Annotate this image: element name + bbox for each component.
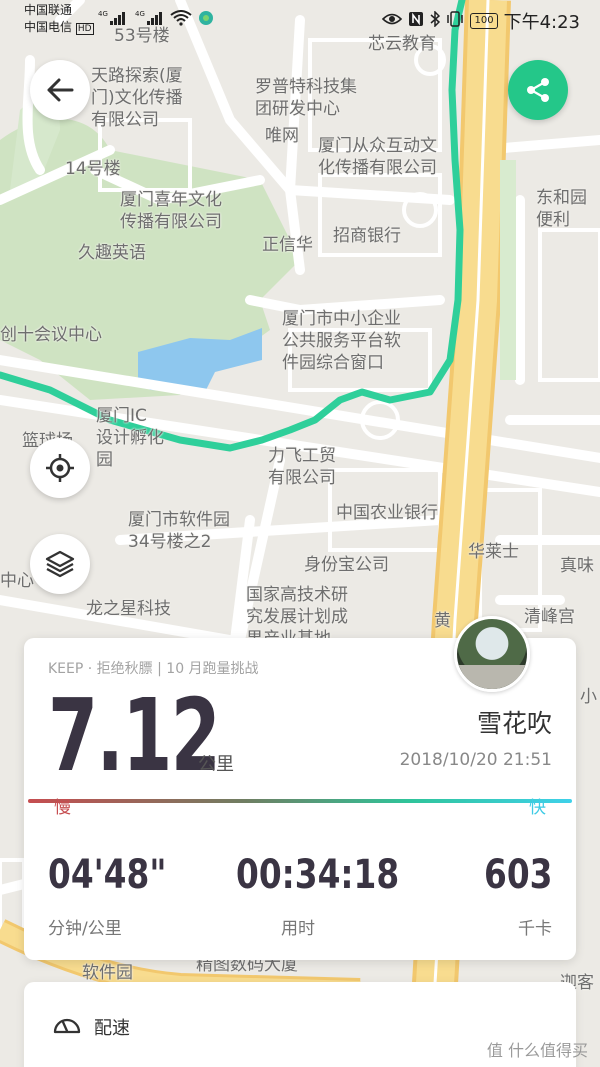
distance-unit: 公里 (198, 754, 234, 775)
pace-gradient-bar (28, 799, 572, 803)
nfc-icon (408, 11, 424, 31)
carrier-2: 中国电信 HD (24, 20, 94, 37)
map-label: 唯网 (265, 126, 299, 146)
signal-icon-2: 4G (135, 10, 165, 30)
map-label: 罗普特科技集 团研发中心 (255, 77, 357, 119)
map-layers-button[interactable] (30, 534, 90, 594)
status-bar: 中国联通 中国电信 HD 4G 4G 100 下午4:23 (0, 0, 600, 40)
speedometer-icon (52, 1012, 82, 1040)
clock: 下午4:23 (503, 12, 580, 33)
map-label: 厦门市软件园 34号楼之2 (128, 510, 230, 552)
map-label: 久趣英语 (78, 243, 146, 263)
crosshair-icon (46, 454, 74, 482)
slow-label: 慢 (54, 798, 71, 818)
distance-value: 7.12 (48, 677, 221, 794)
map-label: 真味 (560, 556, 594, 576)
vibrate-icon (446, 11, 464, 31)
share-button[interactable] (508, 60, 568, 120)
map-label: 天路探索(厦 门)文化传播 有限公司 (91, 66, 183, 130)
carrier-1: 中国联通 (24, 3, 73, 17)
map-label: 创十会议中心 (0, 325, 102, 345)
layers-icon (45, 550, 75, 578)
pace-section-title: 配速 (94, 1018, 130, 1039)
map-label: 14号楼 (65, 159, 121, 179)
svg-text:4G: 4G (135, 10, 145, 18)
locate-button[interactable] (30, 438, 90, 498)
share-icon (527, 78, 549, 102)
back-button[interactable] (30, 60, 90, 120)
calories-value: 603 (483, 852, 552, 898)
map-label: 中国农业银行 (336, 503, 438, 523)
hd-badge: HD (75, 23, 94, 35)
duration-label: 用时 (281, 919, 315, 939)
map-label: 身份宝公司 (304, 555, 389, 575)
svg-text:4G: 4G (98, 10, 108, 18)
wifi-icon (170, 10, 192, 30)
avatar-photo-ground (457, 665, 527, 689)
back-arrow-icon (47, 78, 74, 102)
map-label: 华莱士 (468, 542, 519, 562)
watermark: 值 什么值得买 (486, 1041, 588, 1060)
map-label: 力飞工贸 有限公司 (268, 446, 336, 488)
map-label: 龙之星科技 (86, 599, 171, 619)
map-label: 软件园 (82, 963, 133, 983)
map-label: 正信华 (262, 235, 313, 255)
carrier-2-name: 中国电信 (24, 20, 73, 34)
battery-icon: 100 (470, 13, 498, 29)
eye-comfort-icon (382, 12, 403, 30)
map-label: 厦门IC 设计孵化 园 (96, 406, 164, 470)
map-label: 厦门市中小企业 公共服务平台软 件园综合窗口 (282, 309, 401, 373)
map-label: 招商银行 (333, 226, 401, 246)
calories-label: 千卡 (518, 919, 552, 939)
map-label: 清峰宫 (524, 607, 575, 627)
map-label: 小 (580, 687, 597, 707)
map-label: 厦门从众互动文 化传播有限公司 (318, 136, 437, 178)
run-datetime: 2018/10/20 21:51 (399, 750, 552, 770)
username[interactable]: 雪花吹 (477, 704, 552, 740)
challenge-tag[interactable]: KEEP · 拒绝秋膘 | 10 月跑量挑战 (48, 658, 259, 678)
signal-icon: 4G (98, 10, 128, 30)
map-label: 东和园 便利 (536, 188, 587, 230)
map-label: 中心 (0, 571, 34, 591)
status-right: 100 下午4:23 (382, 8, 580, 34)
duration-value: 00:34:18 (236, 852, 400, 898)
fast-label: 快 (529, 798, 546, 818)
pace-value: 04'48" (48, 852, 167, 898)
map-label: 黄 (434, 611, 451, 631)
bluetooth-icon (430, 10, 441, 31)
pace-label: 分钟/公里 (48, 919, 122, 939)
map-label: 厦门喜年文化 传播有限公司 (120, 190, 222, 232)
avatar[interactable] (454, 616, 530, 692)
app-notification-icon (198, 10, 214, 30)
